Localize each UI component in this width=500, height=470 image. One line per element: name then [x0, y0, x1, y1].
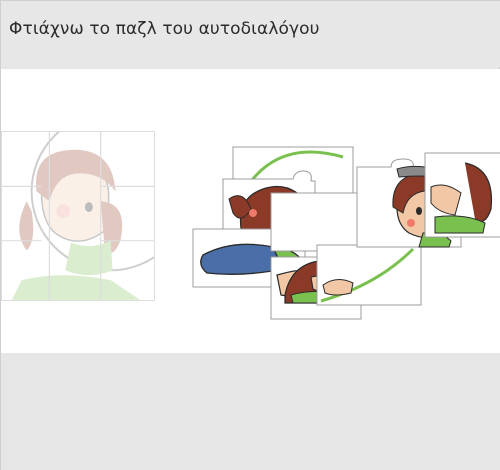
- header-bar: Φτιάχνω το παζλ του αυτοδιαλόγου: [1, 1, 500, 67]
- puzzle-piece-hair-right[interactable]: [424, 152, 500, 238]
- reference-image: [1, 131, 155, 301]
- puzzle-piece-curve-bottom[interactable]: [316, 244, 422, 306]
- puzzle-board: [189, 129, 500, 320]
- reference-girl-illustration: [2, 132, 154, 300]
- puzzle-page: Φτιάχνω το παζλ του αυτοδιαλόγου: [0, 0, 500, 470]
- page-title: Φτιάχνω το παζλ του αυτοδιαλόγου: [9, 19, 320, 39]
- footer-area: [1, 353, 500, 470]
- stage-band: [1, 69, 500, 117]
- puzzle-stage: [1, 69, 500, 353]
